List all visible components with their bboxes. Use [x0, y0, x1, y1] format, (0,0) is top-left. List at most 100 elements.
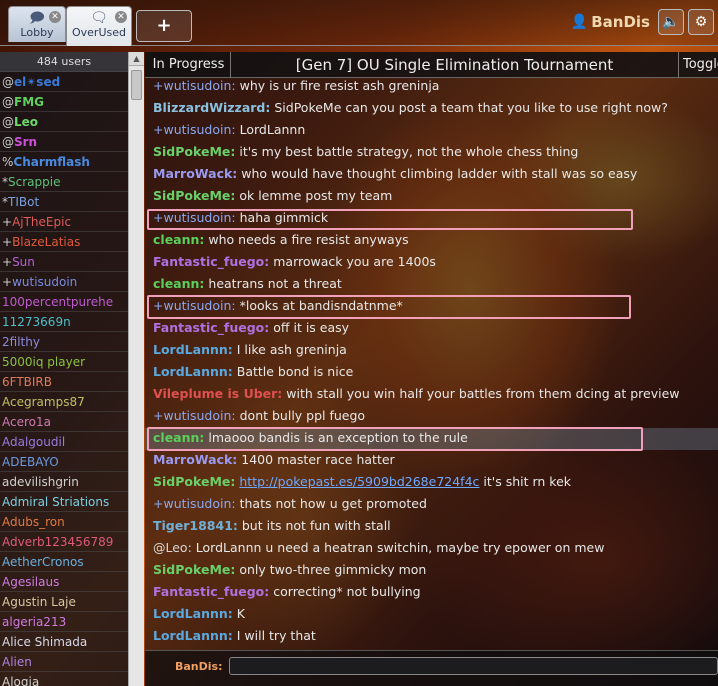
message-author[interactable]: LordLannn: [153, 342, 233, 357]
user-list-item[interactable]: Agustin Laje [0, 592, 128, 612]
user-rank: @ [2, 75, 14, 89]
speaker-icon: 🔈 [662, 14, 680, 30]
message-author[interactable]: Fantastic_fuego: [153, 254, 269, 269]
chat-input[interactable] [229, 657, 718, 675]
user-list-item[interactable]: 11273669n [0, 312, 128, 332]
user-name-button[interactable]: 👤 BanDis [571, 13, 650, 31]
tab-lobby-label: Lobby [20, 26, 54, 39]
chat-message: +wutisudoin: dont bully ppl fuego [145, 405, 718, 427]
message-author[interactable]: Vileplume is Uber: [153, 386, 282, 401]
message-author[interactable]: SidPokeMe: [153, 144, 235, 159]
toggle-button[interactable]: Toggle [683, 52, 718, 78]
close-icon[interactable]: ✕ [115, 11, 127, 23]
chat-message: +wutisudoin: LordLannn [145, 119, 718, 141]
close-icon[interactable]: ✕ [49, 11, 61, 23]
message-author[interactable]: Fantastic_fuego: [153, 320, 269, 335]
message-author[interactable]: Fantastic_fuego: [153, 584, 269, 599]
user-list-item[interactable]: adevilishgrin [0, 472, 128, 492]
chat-log[interactable]: +wutisudoin: why is ur fire resist ash g… [145, 78, 718, 650]
chat-message: SidPokeMe: ok lemme post my team [145, 185, 718, 207]
message-author[interactable]: Tiger18841: [153, 518, 238, 533]
user-list-item[interactable]: *Scrappie [0, 172, 128, 192]
user-list-item[interactable]: +BlazeLatias [0, 232, 128, 252]
user-list-item[interactable]: Acero1a [0, 412, 128, 432]
user-list-item[interactable]: @FMG [0, 92, 128, 112]
chat-message: MarroWack: 1400 master race hatter [145, 449, 718, 471]
message-author[interactable]: LordLannn: [153, 628, 233, 643]
message-author[interactable]: +wutisudoin: [153, 78, 236, 93]
user-list-item[interactable]: AetherCronos [0, 552, 128, 572]
user-list-item[interactable]: 100percentpurehe [0, 292, 128, 312]
user-list-item[interactable]: Adubs_ron [0, 512, 128, 532]
user-name: Leo [14, 115, 39, 129]
user-list-item[interactable]: 5000iq player [0, 352, 128, 372]
user-list-item[interactable]: 6FTBIRB [0, 372, 128, 392]
user-list-item[interactable]: +AjTheEpic [0, 212, 128, 232]
message-link[interactable]: http://pokepast.es/5909bd268e724f4c [239, 474, 479, 489]
highlight-box [147, 295, 631, 319]
user-list-item[interactable]: +wutisudoin [0, 272, 128, 292]
user-list-item[interactable]: 2filthy [0, 332, 128, 352]
user-list-item[interactable]: Alogia [0, 672, 128, 686]
new-tab-button[interactable]: + [136, 10, 192, 42]
user-name: Alien [2, 655, 32, 669]
user-list-item[interactable]: Acegramps87 [0, 392, 128, 412]
user-name: 2filthy [2, 335, 40, 349]
message-author[interactable]: @Leo: [153, 540, 192, 555]
message-author[interactable]: LordLannn: [153, 606, 233, 621]
message-author[interactable]: BlizzardWizzard: [153, 100, 270, 115]
user-list-item[interactable]: algeria213 [0, 612, 128, 632]
user-name: AetherCronos [2, 555, 84, 569]
tab-overused[interactable]: 🗨 OverUsed ✕ [66, 6, 132, 46]
message-author[interactable]: SidPokeMe: [153, 188, 235, 203]
user-list-item[interactable]: @el✴sed [0, 72, 128, 92]
message-text: I like ash greninja [236, 342, 347, 357]
message-text: ok lemme post my team [239, 188, 393, 203]
user-name: Sun [12, 255, 35, 269]
user-name: Adalgoudil [2, 435, 66, 449]
scrollbar-thumb[interactable] [131, 70, 142, 100]
message-author[interactable]: MarroWack: [153, 166, 237, 181]
user-list: 484 users @el✴sed @FMG @Leo @Srn %Charmflash… [0, 52, 128, 686]
message-author[interactable]: SidPokeMe: [153, 474, 235, 489]
user-name: Charmflash [13, 155, 90, 169]
message-author[interactable]: SidPokeMe: [153, 562, 235, 577]
message-text: SidPokeMe can you post a team that you l… [274, 100, 668, 115]
message-author[interactable]: +wutisudoin: [153, 122, 236, 137]
chat-message: Fantastic_fuego: off it is easy [145, 317, 718, 339]
message-author[interactable]: cleann: [153, 276, 204, 291]
user-rank: % [2, 155, 14, 169]
room-header: In Progress [Gen 7] OU Single Eliminatio… [145, 52, 718, 78]
user-list-item[interactable]: Agesilaus [0, 572, 128, 592]
chat-message: LordLannn: I will try that [145, 625, 718, 647]
user-list-item[interactable]: Alice Shimada [0, 632, 128, 652]
user-list-item[interactable]: %Charmflash [0, 152, 128, 172]
user-name: Scrappie [8, 175, 61, 189]
message-author[interactable]: +wutisudoin: [153, 408, 236, 423]
composer-username: BanDis: [175, 660, 223, 673]
tab-lobby[interactable]: 🗩 Lobby ✕ [8, 6, 66, 42]
user-list-item[interactable]: Adalgoudil [0, 432, 128, 452]
user-list-item[interactable]: Alien [0, 652, 128, 672]
room-title: [Gen 7] OU Single Elimination Tournament [231, 52, 679, 78]
message-author[interactable]: cleann: [153, 232, 204, 247]
user-list-item[interactable]: @Leo [0, 112, 128, 132]
sound-button[interactable]: 🔈 [658, 9, 684, 35]
user-list-item[interactable]: Admiral Striations [0, 492, 128, 512]
user-name: Acero1a [2, 415, 51, 429]
user-list-item[interactable]: *TIBot [0, 192, 128, 212]
user-name: Agesilaus [2, 575, 60, 589]
scroll-up-icon[interactable]: ▲ [129, 52, 144, 66]
message-author[interactable]: MarroWack: [153, 452, 237, 467]
user-list-item[interactable]: +Sun [0, 252, 128, 272]
settings-button[interactable]: ⚙ [688, 9, 714, 35]
user-list-scrollbar[interactable]: ▲ [128, 52, 144, 686]
user-name: Adubs_ron [2, 515, 65, 529]
message-author[interactable]: LordLannn: [153, 364, 233, 379]
user-list-item[interactable]: @Srn [0, 132, 128, 152]
user-rank: @ [2, 95, 14, 109]
message-text: Battle bond is nice [236, 364, 354, 379]
user-list-item[interactable]: Adverb123456789 [0, 532, 128, 552]
message-author[interactable]: +wutisudoin: [153, 496, 236, 511]
user-list-item[interactable]: ADEBAYO [0, 452, 128, 472]
